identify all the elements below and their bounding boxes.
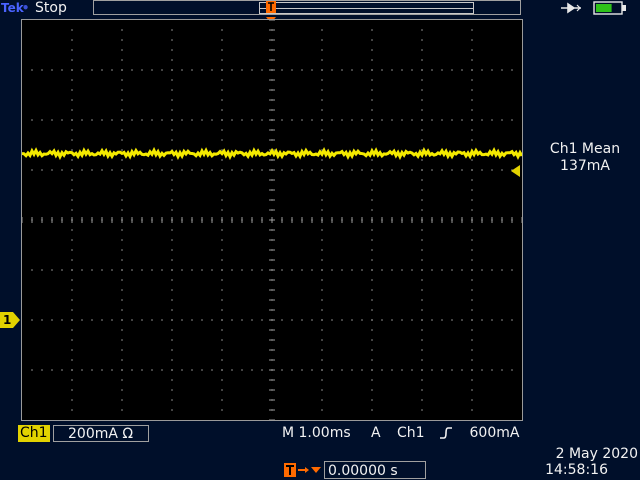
battery-icon <box>593 1 626 15</box>
graticule-grid <box>22 20 522 420</box>
trigger-record-icon <box>266 1 276 13</box>
record-length-bar <box>93 0 521 15</box>
ohm-icon: Ω <box>122 426 134 442</box>
brand-separator: • <box>21 1 30 15</box>
trigger-readout[interactable]: A Ch1 600mA <box>371 425 519 442</box>
brand-logo: Tek• <box>1 0 29 16</box>
ch1-waveform-trace <box>22 146 522 161</box>
brand-tek: Tek <box>1 1 24 15</box>
trigger-source: Ch1 <box>397 425 425 441</box>
horizontal-position-icon <box>284 463 321 477</box>
run-status: Stop <box>35 0 67 16</box>
date-readout: 2 May 2020 <box>555 446 638 462</box>
measurement-readout: Ch1 Mean 137mA <box>530 141 640 175</box>
record-window <box>259 2 474 14</box>
measurement-label: Ch1 Mean <box>549 141 621 157</box>
ch1-scale[interactable]: 200mA Ω <box>53 425 149 442</box>
ch1-marker-label: 1 <box>3 313 12 327</box>
trigger-mode: A <box>371 425 381 441</box>
rising-edge-icon <box>440 427 453 439</box>
trigger-level: 600mA <box>469 425 520 441</box>
waveform-display[interactable] <box>21 19 523 421</box>
time-readout: 14:58:16 <box>545 462 608 478</box>
horizontal-position[interactable]: 0.00000 s <box>324 461 426 479</box>
trigger-level-marker[interactable] <box>511 165 521 177</box>
measurement-value: 137mA <box>560 158 610 174</box>
ac-power-icon <box>561 2 581 14</box>
timebase-readout[interactable]: M 1.00ms <box>282 425 351 442</box>
ch1-scale-value: 200mA <box>68 426 118 442</box>
ch1-label[interactable]: Ch1 <box>18 425 50 442</box>
